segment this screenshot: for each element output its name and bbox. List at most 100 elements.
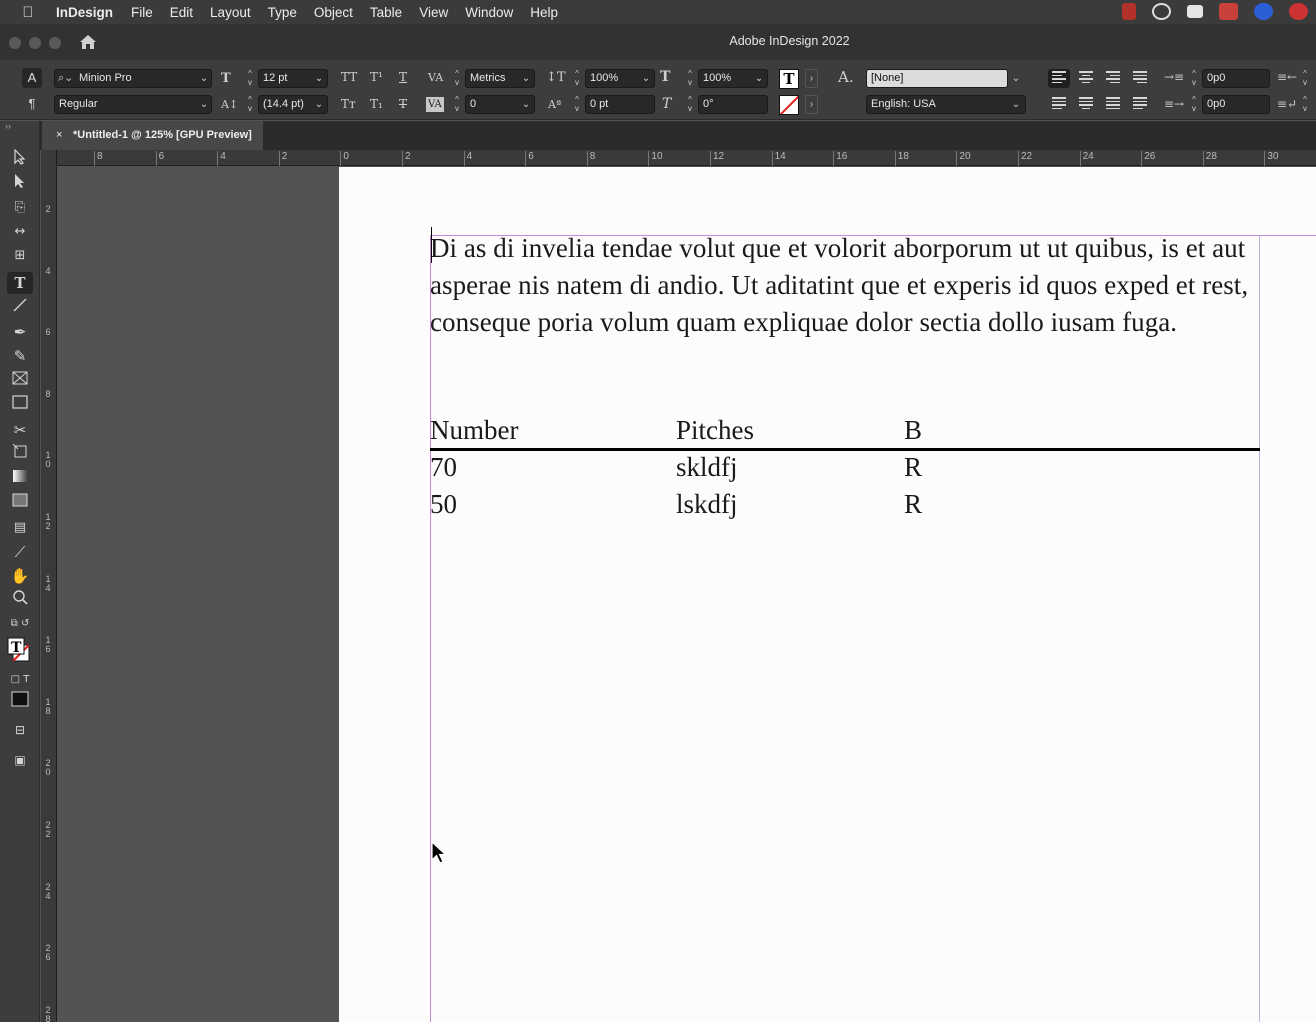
notification-badge-icon[interactable] — [1289, 3, 1308, 20]
menu-view[interactable]: View — [419, 5, 448, 20]
default-colors-icon[interactable]: ⧉ ↺ — [7, 613, 33, 635]
document-tab[interactable]: × *Untitled-1 @ 125% [GPU Preview] — [42, 121, 263, 150]
scissors-tool-icon[interactable]: ✂ — [7, 419, 33, 441]
menu-help[interactable]: Help — [530, 5, 558, 20]
table-row[interactable]: 50 lskdfj R — [430, 486, 1260, 523]
menu-table[interactable]: Table — [370, 5, 402, 20]
font-family-field[interactable]: Minion Pro — [54, 69, 212, 88]
table-cell[interactable]: 50 — [430, 489, 457, 520]
camera-icon[interactable] — [1187, 5, 1203, 18]
chevron-down-icon[interactable]: ⌄ — [639, 69, 653, 88]
align-right-button[interactable] — [1102, 69, 1124, 88]
selection-tool-icon[interactable] — [7, 148, 33, 171]
zoom-tool-icon[interactable] — [7, 589, 33, 611]
status-app-red-icon[interactable] — [1122, 3, 1136, 20]
skew-stepper[interactable]: ^ v — [684, 95, 696, 114]
body-paragraph[interactable]: Di as di invelia tendae volut que et vol… — [430, 230, 1260, 341]
table-cell[interactable]: R — [904, 489, 922, 520]
horizontal-ruler[interactable]: 8 6 4 2 0 2 4 6 8 10 12 14 16 18 20 22 24 26 28 30 — [58, 150, 1316, 166]
free-transform-tool-icon[interactable] — [7, 443, 33, 465]
chevron-down-icon[interactable]: ⌄ — [752, 69, 766, 88]
direct-selection-tool-icon[interactable] — [7, 173, 33, 195]
fill-stroke-text-icon[interactable]: T — [7, 637, 33, 665]
content-collector-icon[interactable]: ⊞ — [7, 245, 33, 267]
justify-left-button[interactable] — [1048, 95, 1070, 114]
left-indent-stepper[interactable]: ^ v — [1188, 69, 1200, 88]
align-center-button[interactable] — [1075, 69, 1097, 88]
kerning-stepper[interactable]: ^ v — [451, 69, 463, 88]
align-towards-spine-button[interactable] — [1129, 69, 1151, 88]
justify-center-button[interactable] — [1075, 95, 1097, 114]
pencil-tool-icon[interactable]: ✎ — [7, 345, 33, 367]
apply-color-icon[interactable] — [7, 691, 33, 713]
collapse-panel-icon[interactable]: ›› — [5, 121, 11, 131]
first-line-indent-stepper[interactable]: ^ v — [1188, 95, 1200, 114]
note-tool-icon[interactable]: ▤ — [7, 517, 33, 539]
chevron-down-icon[interactable]: ⌄ — [519, 69, 533, 88]
type-tool-icon[interactable]: T — [7, 272, 33, 294]
menu-edit[interactable]: Edit — [170, 5, 193, 20]
formatting-affects-text-icon[interactable]: □ T — [7, 669, 33, 691]
language-field[interactable]: English: USA — [866, 95, 1026, 114]
font-size-stepper[interactable]: ^ v — [244, 69, 256, 88]
character-formatting-toggle[interactable]: A — [22, 68, 42, 88]
table-header-row[interactable]: Number Pitches B — [430, 412, 1260, 449]
table-header-cell[interactable]: Pitches — [676, 415, 754, 446]
chevron-down-icon[interactable]: ⌄ — [312, 95, 326, 114]
screen-share-icon[interactable] — [1219, 3, 1238, 20]
menu-layout[interactable]: Layout — [210, 5, 251, 20]
vertical-scale-stepper[interactable]: ^ v — [571, 69, 583, 88]
paragraph-formatting-toggle[interactable]: ¶ — [22, 94, 42, 114]
gradient-swatch-tool-icon[interactable] — [7, 467, 33, 489]
close-tab-icon[interactable]: × — [56, 121, 62, 150]
leading-stepper[interactable]: ^ v — [244, 95, 256, 114]
pen-tool-icon[interactable]: ✒ — [7, 321, 33, 343]
right-indent-stepper[interactable]: ^ v — [1299, 69, 1311, 88]
small-caps-icon[interactable]: Tт — [341, 95, 356, 114]
chevron-down-icon[interactable]: ⌄ — [519, 95, 533, 114]
malwarebytes-icon[interactable] — [1254, 3, 1273, 20]
menu-window[interactable]: Window — [465, 5, 513, 20]
strikethrough-icon[interactable]: T — [399, 95, 407, 114]
rectangle-frame-tool-icon[interactable] — [7, 369, 33, 391]
vertical-ruler[interactable]: 246810121416182022242628 — [41, 150, 57, 1022]
screen-mode-icon[interactable]: ⊟ — [7, 719, 33, 741]
text-fill-swatch[interactable]: T — [779, 69, 799, 89]
all-caps-icon[interactable]: TT — [341, 68, 357, 87]
align-away-spine-button[interactable] — [1129, 95, 1151, 114]
app-menu[interactable]: InDesign — [56, 5, 113, 20]
chevron-down-icon[interactable]: ⌄ — [1009, 95, 1023, 114]
superscript-icon[interactable]: T¹ — [370, 68, 383, 87]
chevron-down-icon[interactable]: ⌄ — [1009, 69, 1023, 88]
menu-file[interactable]: File — [131, 5, 153, 20]
document-table[interactable]: Number Pitches B 70 skldfj R 50 lskdfj R — [430, 412, 1260, 523]
line-tool-icon[interactable] — [7, 297, 33, 319]
table-row[interactable]: 70 skldfj R — [430, 449, 1260, 486]
skew-field[interactable]: 0° — [698, 95, 768, 114]
menu-object[interactable]: Object — [314, 5, 353, 20]
text-stroke-swatch[interactable] — [779, 95, 799, 115]
table-cell[interactable]: lskdfj — [676, 489, 738, 520]
last-line-indent-stepper[interactable]: ^ v — [1299, 95, 1311, 114]
table-header-cell[interactable]: Number — [430, 415, 518, 446]
character-style-field[interactable]: [None] — [866, 69, 1008, 88]
preview-mode-icon[interactable]: ▣ — [7, 749, 33, 771]
menu-type[interactable]: Type — [268, 5, 297, 20]
underline-icon[interactable]: T — [399, 68, 407, 87]
left-indent-field[interactable]: 0p0 — [1202, 69, 1270, 88]
stroke-menu-arrow[interactable]: › — [805, 95, 818, 114]
eyedropper-tool-icon[interactable]: ⟋ — [7, 541, 33, 563]
creative-cloud-icon[interactable] — [1152, 3, 1171, 20]
horizontal-scale-stepper[interactable]: ^ v — [684, 69, 696, 88]
text-frame[interactable]: Di as di invelia tendae volut que et vol… — [430, 230, 1260, 341]
table-cell[interactable]: skldfj — [676, 452, 738, 483]
table-cell[interactable]: R — [904, 452, 922, 483]
align-left-button[interactable] — [1048, 69, 1070, 88]
hand-tool-icon[interactable]: ✋ — [7, 565, 33, 587]
fill-menu-arrow[interactable]: › — [805, 69, 818, 88]
font-style-field[interactable]: Regular — [54, 95, 212, 114]
table-header-cell[interactable]: B — [904, 415, 922, 446]
rectangle-tool-icon[interactable] — [7, 393, 33, 415]
chevron-down-icon[interactable]: ⌄ — [197, 95, 211, 114]
page-tool-icon[interactable]: ⎘ — [7, 197, 33, 219]
